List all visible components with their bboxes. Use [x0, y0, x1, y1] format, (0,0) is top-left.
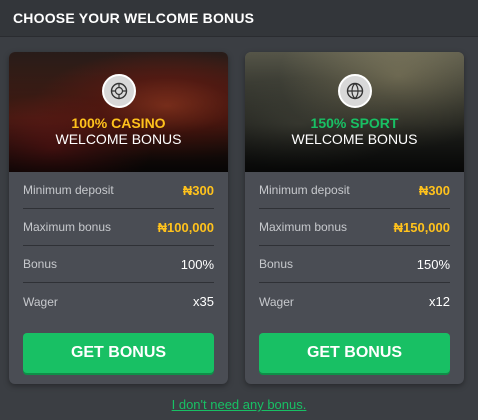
detail-row-wager: Wager x12: [259, 283, 450, 320]
decline-bonus: I don't need any bonus.: [0, 396, 478, 414]
casino-subtitle: WELCOME BONUS: [55, 131, 182, 147]
row-value: ₦150,000: [393, 219, 450, 235]
row-value: ₦100,000: [157, 219, 214, 235]
detail-row-max-bonus: Maximum bonus ₦150,000: [259, 209, 450, 246]
welcome-bonus-modal: CHOOSE YOUR WELCOME BONUS 100% CASINO WE…: [0, 0, 478, 420]
sport-subtitle: WELCOME BONUS: [291, 131, 418, 147]
casino-banner-image: 100% CASINO WELCOME BONUS: [9, 52, 228, 172]
no-bonus-link[interactable]: I don't need any bonus.: [172, 397, 307, 412]
row-value: x12: [429, 294, 450, 309]
casino-get-bonus-button[interactable]: GET BONUS: [23, 333, 214, 373]
casino-bonus-card: 100% CASINO WELCOME BONUS Minimum deposi…: [9, 52, 228, 384]
roulette-chip-icon: [101, 74, 136, 108]
row-label: Maximum bonus: [259, 220, 348, 234]
row-label: Minimum deposit: [259, 183, 350, 197]
modal-title: CHOOSE YOUR WELCOME BONUS: [13, 10, 255, 26]
row-label: Maximum bonus: [23, 220, 112, 234]
detail-row-min-deposit: Minimum deposit ₦300: [23, 172, 214, 209]
sport-headline: 150% SPORT: [310, 115, 399, 131]
sport-banner-text: 150% SPORT WELCOME BONUS: [245, 115, 464, 147]
row-label: Wager: [23, 294, 58, 309]
detail-row-min-deposit: Minimum deposit ₦300: [259, 172, 450, 209]
bonus-cards: 100% CASINO WELCOME BONUS Minimum deposi…: [9, 52, 464, 384]
row-label: Minimum deposit: [23, 183, 114, 197]
sport-bonus-card: 150% SPORT WELCOME BONUS Minimum deposit…: [245, 52, 464, 384]
row-value: ₦300: [418, 182, 450, 198]
banner-shade: [9, 52, 228, 172]
row-value: ₦300: [182, 182, 214, 198]
casino-details: Minimum deposit ₦300 Maximum bonus ₦100,…: [9, 172, 228, 320]
row-label: Wager: [259, 294, 294, 309]
casino-banner-text: 100% CASINO WELCOME BONUS: [9, 115, 228, 147]
row-value: 100%: [180, 256, 214, 272]
row-label: Bonus: [259, 257, 294, 271]
sport-banner-image: 150% SPORT WELCOME BONUS: [245, 52, 464, 172]
banner-shade: [245, 52, 464, 172]
casino-headline: 100% CASINO: [71, 115, 166, 131]
detail-row-bonus: Bonus 150%: [259, 246, 450, 283]
row-label: Bonus: [23, 257, 58, 271]
detail-row-wager: Wager x35: [23, 283, 214, 320]
detail-row-max-bonus: Maximum bonus ₦100,000: [23, 209, 214, 246]
modal-header: CHOOSE YOUR WELCOME BONUS: [0, 0, 478, 37]
sport-get-bonus-button[interactable]: GET BONUS: [259, 333, 450, 373]
sport-details: Minimum deposit ₦300 Maximum bonus ₦150,…: [245, 172, 464, 320]
row-value: 150%: [416, 256, 450, 272]
detail-row-bonus: Bonus 100%: [23, 246, 214, 283]
row-value: x35: [193, 294, 214, 309]
basketball-icon: [337, 74, 372, 108]
